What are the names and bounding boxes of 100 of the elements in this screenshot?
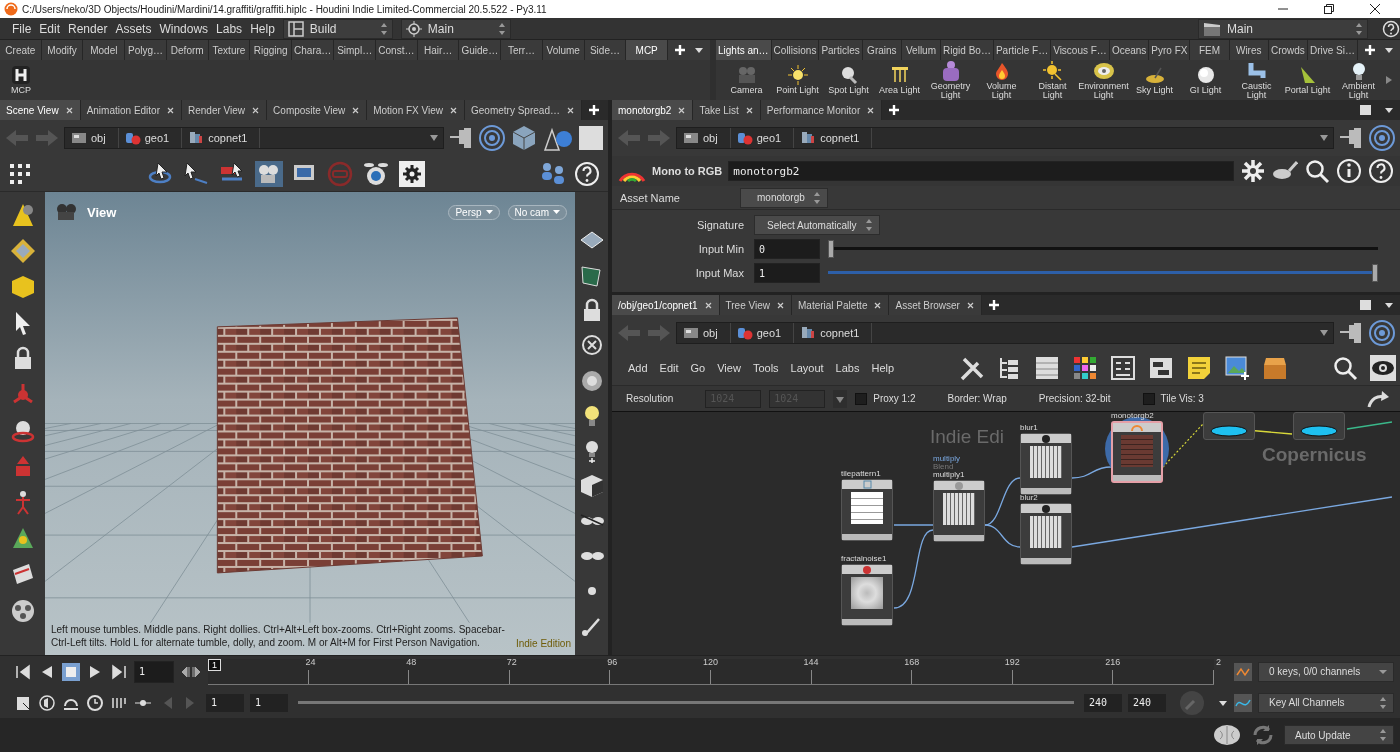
- list-icon[interactable]: [1034, 355, 1060, 381]
- menu-item[interactable]: Add: [628, 362, 648, 374]
- shelf-tool[interactable]: Caustic Light: [1232, 61, 1281, 99]
- frame-field[interactable]: 1: [134, 660, 174, 683]
- gear-icon[interactable]: [1240, 158, 1266, 184]
- end-frame-field[interactable]: 240: [1084, 693, 1122, 712]
- pane-tab[interactable]: MCP: [626, 40, 669, 60]
- pane-tab[interactable]: Vellum: [901, 40, 942, 60]
- menu-item[interactable]: File: [12, 21, 32, 36]
- signature-menu[interactable]: Select Automatically: [754, 215, 880, 235]
- path-segment[interactable]: geo1: [730, 128, 795, 148]
- curve-icon[interactable]: [1234, 693, 1252, 712]
- pane-tab[interactable]: Deform: [166, 40, 209, 60]
- pane-tab[interactable]: Pyro FX: [1149, 40, 1191, 60]
- channel-icon[interactable]: [1234, 662, 1252, 681]
- menu-item[interactable]: Layout: [790, 362, 824, 374]
- scroll-right-icon[interactable]: [1385, 75, 1393, 85]
- menu-item[interactable]: Labs: [835, 362, 860, 374]
- target-icon[interactable]: [478, 124, 506, 152]
- pane-tab[interactable]: Crowds: [1268, 40, 1308, 60]
- pane-tab[interactable]: Motion FX View: [367, 100, 465, 120]
- pane-tab[interactable]: Rigging: [250, 40, 293, 60]
- pane-tab[interactable]: Polyg…: [125, 40, 167, 60]
- pane-tab[interactable]: Performance Monitor: [760, 100, 883, 120]
- pane-tab[interactable]: Composite View: [267, 100, 368, 120]
- pane-tab[interactable]: Volume: [542, 40, 585, 60]
- value-field[interactable]: 0: [754, 239, 820, 259]
- add-tab-icon[interactable]: [674, 44, 687, 56]
- menu-item[interactable]: Edit: [659, 362, 679, 374]
- pane-tab[interactable]: Create: [0, 40, 42, 60]
- path-bar[interactable]: obj geo1 copnet1: [676, 127, 1334, 149]
- shape-palette-icon[interactable]: [1110, 355, 1136, 381]
- pane-tab[interactable]: monotorgb2: [612, 100, 694, 120]
- slider-thumb[interactable]: [1372, 264, 1378, 282]
- key-mode-dropdown[interactable]: Key All Channels: [1258, 692, 1394, 713]
- node-tile[interactable]: [933, 480, 985, 542]
- help-icon[interactable]: [1368, 158, 1394, 184]
- maximize-icon[interactable]: [1359, 104, 1372, 116]
- path-bar[interactable]: obj geo1 copnet1: [64, 127, 444, 149]
- clock-icon[interactable]: [86, 693, 104, 712]
- pane-tab[interactable]: Guide…: [459, 40, 502, 60]
- path-segment[interactable]: copnet1: [794, 128, 873, 148]
- node-tile[interactable]: [841, 479, 893, 541]
- menu-item[interactable]: View: [717, 362, 741, 374]
- shelf-tool[interactable]: Geometry Light: [926, 61, 975, 99]
- path-segment[interactable]: obj: [677, 323, 731, 343]
- rotate-handle-icon[interactable]: [9, 418, 36, 444]
- menu-item[interactable]: Tools: [752, 362, 779, 374]
- pane-tab[interactable]: Side…: [584, 40, 627, 60]
- add-tab-icon[interactable]: [888, 104, 901, 116]
- background-swatch-icon[interactable]: [578, 125, 604, 151]
- path-segment[interactable]: obj: [677, 128, 731, 148]
- path-segment[interactable]: copnet1: [182, 128, 261, 148]
- node-tile[interactable]: [1203, 412, 1255, 440]
- path-segment[interactable]: geo1: [118, 128, 183, 148]
- menu-item[interactable]: Edit: [39, 21, 61, 36]
- maximize-icon[interactable]: [1359, 299, 1372, 311]
- add-tab-icon[interactable]: [987, 299, 1000, 311]
- shelf-tool[interactable]: Distant Light: [1028, 61, 1077, 99]
- help-icon[interactable]: [1382, 19, 1400, 38]
- cube-icon[interactable]: [9, 274, 36, 300]
- image-add-icon[interactable]: [1224, 355, 1250, 381]
- shelf-tool[interactable]: Area Light: [875, 61, 924, 99]
- pane-tab[interactable]: Tree View: [719, 295, 792, 315]
- target-icon[interactable]: [1368, 124, 1396, 152]
- pane-tab[interactable]: Lights an…: [716, 40, 772, 60]
- drone-camera-icon[interactable]: [363, 160, 391, 187]
- pane-tab[interactable]: Const…: [376, 40, 418, 60]
- pin-icon[interactable]: [1338, 127, 1364, 149]
- shelf-tool[interactable]: MCP: [6, 61, 36, 99]
- desktop-dropdown[interactable]: Build: [282, 18, 393, 39]
- shelf-tool[interactable]: Portal Light: [1283, 61, 1332, 99]
- cube-icon[interactable]: [510, 124, 538, 152]
- close-icon[interactable]: [565, 105, 575, 115]
- close-icon[interactable]: [251, 105, 261, 115]
- brain-icon[interactable]: [1212, 722, 1242, 748]
- path-segment[interactable]: geo1: [730, 323, 795, 343]
- pane-tab[interactable]: Drive Si…: [1308, 40, 1358, 60]
- pane-tab[interactable]: Modify: [41, 40, 84, 60]
- info-icon[interactable]: [1336, 158, 1362, 184]
- close-icon[interactable]: [866, 105, 876, 115]
- pane-tab[interactable]: Animation Editor: [80, 100, 182, 120]
- pane-tab[interactable]: Texture: [208, 40, 251, 60]
- eye-icon[interactable]: [1370, 355, 1396, 381]
- pane-tab[interactable]: Grains: [862, 40, 902, 60]
- shelf-tool[interactable]: Volume Light: [977, 61, 1026, 99]
- search-icon[interactable]: [1304, 158, 1330, 184]
- shelf-tool[interactable]: Camera: [722, 61, 771, 99]
- close-icon[interactable]: [351, 105, 361, 115]
- start-frame-field[interactable]: 1: [250, 693, 288, 712]
- stop-icon[interactable]: [62, 662, 80, 681]
- pane-tab[interactable]: Render View: [182, 100, 268, 120]
- node-tile[interactable]: [1020, 433, 1072, 495]
- path-segment[interactable]: obj: [65, 128, 119, 148]
- add-tab-icon[interactable]: [587, 104, 600, 116]
- slider-thumb[interactable]: [828, 240, 834, 258]
- add-tab-icon[interactable]: [1364, 44, 1376, 56]
- shelf-tool[interactable]: Ambient Light: [1334, 61, 1383, 99]
- jump-start-icon[interactable]: [14, 662, 32, 681]
- menu-item[interactable]: Labs: [216, 21, 243, 36]
